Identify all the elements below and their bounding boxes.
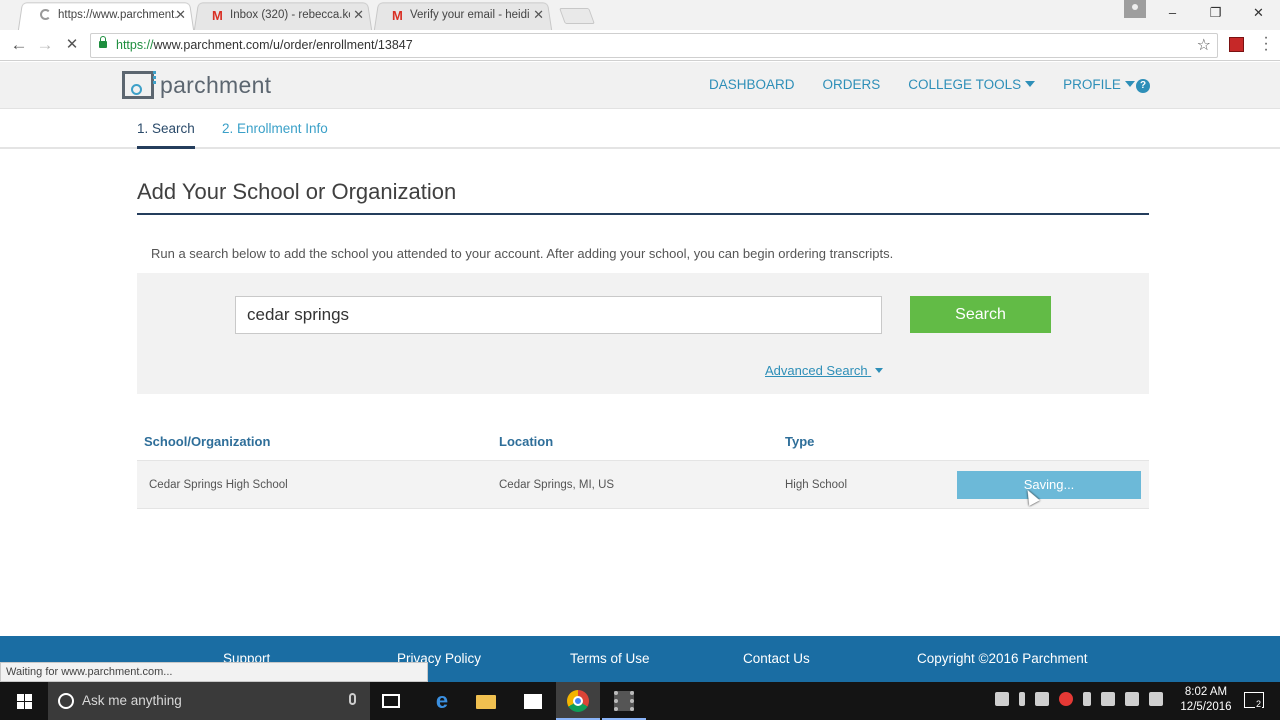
cortana-search-box[interactable]: Ask me anything bbox=[48, 682, 370, 720]
browser-tab-verify-email[interactable]: M Verify your email - heidi ✕ bbox=[370, 2, 556, 30]
new-tab-button[interactable] bbox=[559, 8, 595, 24]
advanced-search-link[interactable]: Advanced Search bbox=[765, 363, 884, 378]
footer-terms-link[interactable]: Terms of Use bbox=[570, 651, 650, 666]
minimize-button[interactable]: – bbox=[1151, 0, 1194, 26]
chevron-down-icon bbox=[875, 368, 884, 373]
task-view-icon[interactable] bbox=[382, 694, 400, 708]
school-search-input[interactable] bbox=[235, 296, 882, 334]
table-row: Cedar Springs High School Cedar Springs,… bbox=[137, 460, 1149, 509]
tab-close-icon[interactable]: ✕ bbox=[353, 2, 364, 28]
search-button[interactable]: Search bbox=[910, 296, 1051, 333]
results-header: School/Organization Location Type bbox=[137, 430, 1149, 460]
nav-college-tools[interactable]: COLLEGE TOOLS bbox=[908, 77, 1036, 92]
step-search[interactable]: 1. Search bbox=[137, 121, 195, 149]
browser-menu-icon[interactable]: · · · bbox=[1260, 30, 1272, 58]
tray-mic-icon[interactable] bbox=[1019, 692, 1025, 706]
film-strip-icon bbox=[614, 691, 634, 711]
chrome-icon bbox=[567, 690, 589, 712]
intro-text: Run a search below to add the school you… bbox=[151, 246, 894, 261]
extension-icon[interactable] bbox=[1229, 37, 1244, 52]
address-bar[interactable]: https://www.parchment.com/u/order/enroll… bbox=[90, 33, 1218, 58]
location-cell: Cedar Springs, MI, US bbox=[499, 479, 615, 491]
browser-toolbar: ← → ✕ https://www.parchment.com/u/order/… bbox=[0, 30, 1280, 61]
url-text[interactable]: https://www.parchment.com/u/order/enroll… bbox=[116, 38, 413, 52]
antivirus-icon[interactable] bbox=[1059, 692, 1073, 706]
browser-tab-gmail-inbox[interactable]: M Inbox (320) - rebecca.ko ✕ bbox=[190, 2, 376, 30]
browser-tab-strip: https://www.parchment.c ✕ M Inbox (320) … bbox=[0, 0, 1280, 30]
windows-taskbar: Ask me anything e 8:02 AM 12/5/2016 2 bbox=[0, 682, 1280, 720]
stop-loading-icon[interactable]: ✕ bbox=[61, 34, 83, 56]
windows-logo-icon bbox=[17, 694, 32, 709]
video-app-taskbar-button[interactable] bbox=[602, 682, 646, 720]
tab-title: Inbox (320) - rebecca.ko bbox=[230, 9, 350, 21]
onedrive-icon[interactable] bbox=[1035, 692, 1049, 706]
main-nav: DASHBOARD ORDERS COLLEGE TOOLS PROFILE bbox=[709, 77, 1163, 92]
gmail-icon: M bbox=[212, 8, 223, 23]
chevron-down-icon bbox=[1124, 81, 1135, 87]
microphone-icon[interactable] bbox=[349, 693, 356, 705]
taskbar-clock[interactable]: 8:02 AM 12/5/2016 bbox=[1178, 685, 1234, 715]
column-header-location: Location bbox=[499, 434, 554, 449]
back-arrow-icon[interactable]: ← bbox=[8, 34, 30, 56]
help-icon[interactable]: ? bbox=[1136, 79, 1150, 93]
file-explorer-icon[interactable] bbox=[474, 688, 500, 714]
parchment-logo[interactable]: parchment bbox=[122, 70, 271, 100]
wizard-steps: 1. Search 2. Enrollment Info bbox=[0, 109, 1280, 149]
start-button[interactable] bbox=[0, 682, 48, 720]
volume-icon[interactable] bbox=[1149, 692, 1163, 706]
close-window-button[interactable]: ✕ bbox=[1237, 0, 1280, 26]
cortana-icon bbox=[58, 693, 74, 709]
bluetooth-icon[interactable] bbox=[1083, 692, 1091, 706]
nav-dashboard[interactable]: DASHBOARD bbox=[709, 77, 795, 92]
search-panel: Search Advanced Search bbox=[137, 273, 1149, 394]
title-divider bbox=[137, 213, 1149, 215]
tab-title: Verify your email - heidi bbox=[410, 9, 530, 21]
user-profile-icon[interactable] bbox=[1124, 0, 1146, 18]
site-header: parchment DASHBOARD ORDERS COLLEGE TOOLS… bbox=[0, 62, 1280, 109]
notification-count: 2 bbox=[1255, 699, 1263, 709]
edge-browser-icon[interactable]: e bbox=[429, 688, 455, 714]
battery-icon[interactable] bbox=[1101, 692, 1115, 706]
chrome-taskbar-button[interactable] bbox=[556, 682, 600, 720]
wifi-icon[interactable] bbox=[1125, 692, 1139, 706]
logo-text: parchment bbox=[160, 71, 272, 98]
cortana-placeholder: Ask me anything bbox=[82, 693, 182, 708]
tab-title: https://www.parchment.c bbox=[58, 9, 178, 21]
lock-icon bbox=[99, 36, 107, 48]
parchment-logo-icon bbox=[122, 71, 156, 99]
footer-contact-link[interactable]: Contact Us bbox=[743, 651, 810, 666]
bookmark-star-icon[interactable]: ☆ bbox=[1197, 35, 1211, 55]
store-icon[interactable] bbox=[520, 688, 546, 714]
tab-close-icon[interactable]: ✕ bbox=[533, 2, 544, 28]
page-title: Add Your School or Organization bbox=[137, 179, 457, 204]
clock-date: 12/5/2016 bbox=[1180, 701, 1232, 713]
browser-status-bubble: Waiting for www.parchment.com... bbox=[0, 662, 428, 682]
school-name-cell: Cedar Springs High School bbox=[149, 479, 288, 491]
type-cell: High School bbox=[785, 479, 848, 491]
step-enrollment-info[interactable]: 2. Enrollment Info bbox=[222, 121, 328, 136]
loading-spinner-icon bbox=[40, 9, 51, 20]
tray-app-icon[interactable] bbox=[995, 692, 1009, 706]
system-tray bbox=[995, 692, 1163, 706]
clock-time: 8:02 AM bbox=[1184, 686, 1228, 698]
column-header-school: School/Organization bbox=[144, 434, 271, 449]
nav-orders[interactable]: ORDERS bbox=[823, 77, 881, 92]
footer-copyright: Copyright ©2016 Parchment bbox=[917, 651, 1088, 666]
saving-button[interactable]: Saving... bbox=[957, 471, 1141, 499]
column-header-type: Type bbox=[785, 434, 815, 449]
browser-tab-parchment[interactable]: https://www.parchment.c ✕ bbox=[14, 2, 198, 30]
nav-profile[interactable]: PROFILE bbox=[1063, 77, 1135, 92]
tab-close-icon[interactable]: ✕ bbox=[175, 2, 186, 28]
forward-arrow-icon[interactable]: → bbox=[34, 34, 56, 56]
chevron-down-icon bbox=[1025, 81, 1036, 87]
restore-button[interactable]: ❐ bbox=[1194, 0, 1237, 26]
gmail-icon: M bbox=[392, 8, 403, 23]
